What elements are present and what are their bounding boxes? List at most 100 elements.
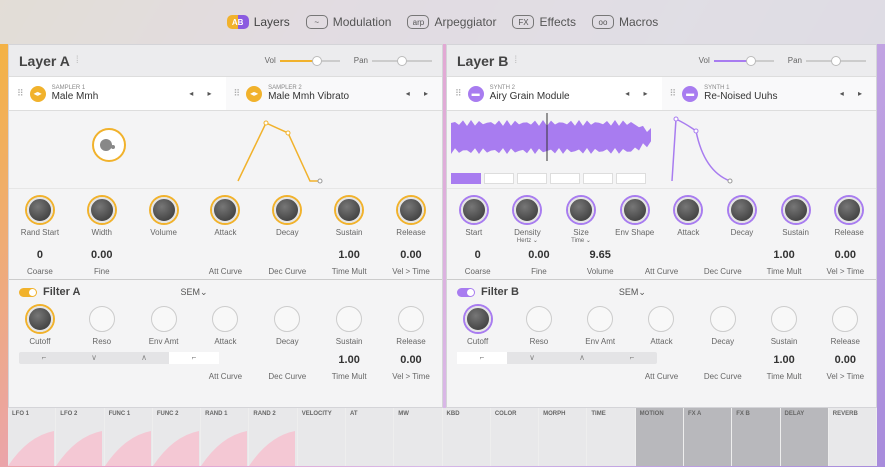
knob-dial[interactable] (648, 306, 675, 332)
knob-dial[interactable] (274, 306, 301, 332)
grain-slot-1[interactable] (451, 173, 481, 184)
knob-start[interactable]: Start (448, 197, 500, 237)
pan-slider[interactable]: Pan (354, 55, 432, 66)
tab-modulation[interactable]: ~ Modulation (305, 15, 391, 29)
mod-source-rand-1[interactable]: RAND 1 (201, 408, 250, 466)
value-field[interactable]: Dec Curve (261, 354, 313, 384)
knob-density[interactable]: Density Hertz ⌄ (501, 197, 553, 244)
knob-dial[interactable] (836, 197, 863, 223)
filter-knob-env-amt[interactable]: Env Amt (138, 306, 190, 346)
knob-dial[interactable] (728, 197, 755, 223)
tab-effects[interactable]: FX Effects (512, 15, 576, 29)
knob-dial[interactable] (568, 197, 595, 223)
knob-dial[interactable] (782, 197, 809, 223)
value-field[interactable]: 1.00 Time Mult (323, 249, 375, 279)
knob-dial[interactable] (771, 306, 798, 332)
slider-thumb[interactable] (397, 55, 407, 66)
mod-source-time[interactable]: TIME (587, 408, 636, 466)
vol-slider[interactable]: Vol (699, 55, 774, 66)
value-field[interactable]: Att Curve (199, 249, 251, 279)
mod-source-morph[interactable]: MORPH (539, 408, 588, 466)
knob-dial[interactable] (26, 197, 53, 223)
grip-icon[interactable]: ⠿ (234, 88, 241, 99)
value-field[interactable] (14, 354, 66, 384)
knob-dial[interactable] (212, 306, 239, 332)
engine-slot-1[interactable]: ⠿ ▬ SYNTH 2 Airy Grain Module ◂ ▸ (447, 77, 662, 110)
knob-size[interactable]: Size Time ⌄ (555, 197, 607, 244)
knob-decay[interactable]: Decay (261, 197, 313, 237)
value-field[interactable] (138, 249, 190, 279)
knob-dial[interactable] (514, 197, 541, 223)
knob-sustain[interactable]: Sustain (770, 197, 822, 237)
knob-release[interactable]: Release (823, 197, 875, 237)
tab-layers[interactable]: AB Layers (226, 15, 290, 29)
knob-attack[interactable]: Attack (199, 197, 251, 237)
drag-handle-icon[interactable]: ⁞ (514, 55, 517, 66)
knob-dial[interactable] (212, 197, 239, 223)
knob-dial[interactable] (336, 197, 363, 223)
mod-source-fx-a[interactable]: FX A (683, 408, 733, 466)
filter-toggle[interactable] (457, 287, 475, 297)
value-field[interactable]: 0.00 Vel > Time (819, 249, 871, 279)
mod-source-rand-2[interactable]: RAND 2 (249, 408, 298, 466)
prev-next-arrows[interactable]: ◂ ▸ (840, 89, 868, 98)
grain-slot-4[interactable] (550, 173, 580, 184)
knob-dial[interactable] (397, 306, 424, 332)
tab-macros[interactable]: oo Macros (591, 15, 658, 29)
value-field[interactable]: Att Curve (635, 354, 687, 384)
knob-dial[interactable] (832, 306, 859, 332)
mod-source-lfo-2[interactable]: LFO 2 (56, 408, 105, 466)
engine-slot-2[interactable]: ⠿ ◂▸ SAMPLER 2 Male Mmh Vibrato ◂ ▸ (225, 77, 442, 110)
slider-track[interactable] (372, 55, 432, 66)
filter-knob-attack[interactable]: Attack (199, 306, 251, 346)
value-field[interactable]: 1.00 Time Mult (758, 249, 810, 279)
knob-dial[interactable] (150, 197, 177, 223)
value-field[interactable]: Att Curve (199, 354, 251, 384)
mod-source-at[interactable]: AT (345, 408, 395, 466)
value-field[interactable]: 0 Coarse (452, 249, 504, 279)
filter-knob-sustain[interactable]: Sustain (323, 306, 375, 346)
knob-dial[interactable] (675, 197, 702, 223)
knob-width[interactable]: Width (76, 197, 128, 237)
knob-volume[interactable]: Volume (138, 197, 190, 237)
knob-rand-start[interactable]: Rand Start (14, 197, 66, 237)
slider-thumb[interactable] (745, 55, 756, 66)
grip-icon[interactable]: ⠿ (17, 88, 24, 99)
filter-knob-reso[interactable]: Reso (76, 306, 128, 346)
prev-next-arrows[interactable]: ◂ ▸ (625, 89, 653, 98)
mod-source-func-1[interactable]: FUNC 1 (104, 408, 153, 466)
filter-type-select[interactable]: SEM⌄ (619, 287, 646, 298)
value-field[interactable]: Dec Curve (697, 354, 749, 384)
value-field[interactable]: 1.00 Time Mult (758, 354, 810, 384)
value-field[interactable]: 0.00 Fine (76, 249, 128, 279)
value-field[interactable]: 1.00 Time Mult (323, 354, 375, 384)
filter-knob-cutoff[interactable]: Cutoff (14, 306, 66, 346)
value-field[interactable]: Att Curve (635, 249, 687, 279)
filter-knob-release[interactable]: Release (819, 306, 871, 346)
mod-source-func-2[interactable]: FUNC 2 (152, 408, 202, 466)
engine-slot-2[interactable]: ⠿ ▬ SYNTH 1 Re-Noised Uuhs ◂ ▸ (661, 77, 876, 110)
value-field[interactable]: 9.65 Volume (574, 249, 626, 279)
value-field[interactable]: 0.00 Fine (513, 249, 565, 279)
value-field[interactable]: 0 Coarse (14, 249, 66, 279)
knob-dial[interactable] (587, 306, 614, 332)
grip-icon[interactable]: ⠿ (670, 88, 677, 99)
knob-dial[interactable] (525, 306, 552, 332)
vol-slider[interactable]: Vol (265, 55, 340, 66)
grain-slot-3[interactable] (517, 173, 547, 184)
filter-knob-sustain[interactable]: Sustain (758, 306, 810, 346)
grip-icon[interactable]: ⠿ (455, 88, 462, 99)
knob-dial[interactable] (460, 197, 487, 223)
mod-source-motion[interactable]: MOTION (635, 408, 684, 466)
value-field[interactable] (574, 354, 626, 384)
knob-dial[interactable] (709, 306, 736, 332)
value-field[interactable]: 0.00 Vel > Time (819, 354, 871, 384)
mod-source-kbd[interactable]: KBD (442, 408, 491, 466)
amp-envelope-graph[interactable] (226, 111, 436, 189)
mod-source-velocity[interactable]: VELOCITY (297, 408, 346, 466)
mod-source-reverb[interactable]: REVERB (828, 408, 878, 466)
knob-env-shape[interactable]: Env Shape (609, 197, 661, 237)
mod-source-lfo-1[interactable]: LFO 1 (8, 408, 57, 466)
slider-track[interactable] (713, 55, 774, 66)
slider-track[interactable] (279, 55, 340, 66)
